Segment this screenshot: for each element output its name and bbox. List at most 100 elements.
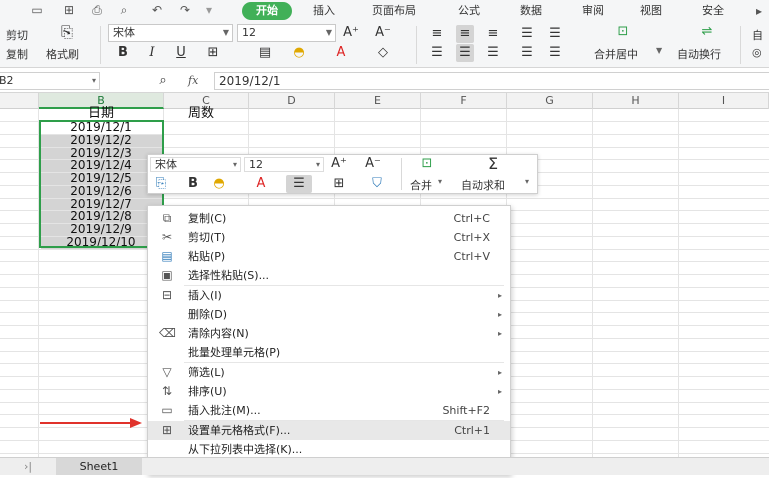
chevron-down-icon: ▾ bbox=[232, 160, 237, 169]
mini-align-center-icon[interactable]: ☰ bbox=[286, 175, 312, 193]
sheet-tab-bar: ›| Sheet1 bbox=[0, 457, 769, 475]
more-tabs-icon[interactable]: ▸ bbox=[752, 4, 766, 18]
chevron-down-icon[interactable]: ▾ bbox=[438, 177, 442, 186]
font-shrink-button[interactable]: A⁻ bbox=[374, 24, 392, 42]
context-menu-item[interactable]: ⇅ 排序(U) ▸ bbox=[148, 382, 510, 401]
align-right-icon[interactable]: ☰ bbox=[484, 44, 502, 62]
tab-review[interactable]: 审阅 bbox=[582, 3, 604, 18]
mini-font-shrink-button[interactable]: A⁻ bbox=[364, 155, 382, 173]
tab-formulas[interactable]: 公式 bbox=[458, 3, 480, 18]
truncated-ribbon-icon[interactable]: ◎ bbox=[752, 46, 762, 59]
context-menu-item[interactable]: ⌫ 清除内容(N) ▸ bbox=[148, 324, 510, 343]
underline-button[interactable]: U bbox=[172, 44, 190, 62]
font-name-select[interactable]: 宋体 ▼ bbox=[108, 24, 233, 42]
align-middle-icon[interactable]: ≡ bbox=[456, 25, 474, 43]
indent-icon[interactable]: ☰ bbox=[518, 25, 536, 43]
tab-start[interactable]: 开始 bbox=[242, 2, 292, 20]
font-grow-button[interactable]: A⁺ bbox=[342, 24, 360, 42]
context-menu-item[interactable]: 删除(D) ▸ bbox=[148, 305, 510, 324]
zoom-search-icon[interactable]: ⌕ bbox=[154, 72, 172, 90]
context-menu-label: 插入批注(M)... bbox=[188, 404, 261, 417]
undo-icon[interactable]: ↶ bbox=[150, 3, 164, 17]
column-header-g[interactable]: G bbox=[507, 93, 593, 109]
column-header-h[interactable]: H bbox=[593, 93, 679, 109]
auto-wrap-button[interactable]: 自动换行 bbox=[677, 46, 721, 62]
tab-page-layout[interactable]: 页面布局 bbox=[372, 3, 416, 18]
folder-icon[interactable]: ▭ bbox=[30, 3, 44, 17]
mini-auto-sum-button[interactable]: 自动求和 bbox=[461, 177, 505, 193]
sheet-tab-sheet1[interactable]: Sheet1 bbox=[56, 458, 142, 475]
cell-style-icon[interactable]: ▤ bbox=[256, 44, 274, 62]
grid-line bbox=[592, 109, 593, 457]
format-painter-button[interactable]: 格式刷 bbox=[46, 46, 79, 62]
context-menu-item[interactable]: ⊞ 设置单元格格式(F)... Ctrl+1 bbox=[148, 421, 510, 440]
cell-b1[interactable]: 日期 bbox=[40, 107, 162, 120]
copy-button[interactable]: 复制 bbox=[6, 46, 28, 62]
corner-cell[interactable] bbox=[0, 93, 39, 109]
sheet-nav-icon[interactable]: ›| bbox=[24, 460, 32, 473]
context-menu-item[interactable]: 批量处理单元格(P) bbox=[148, 343, 510, 362]
align-top-icon[interactable]: ≡ bbox=[428, 25, 446, 43]
copy-icon: ⧉ bbox=[162, 211, 172, 225]
context-menu-item[interactable]: ✂ 剪切(T) Ctrl+X bbox=[148, 228, 510, 247]
context-menu-item[interactable]: ⧉ 复制(C) Ctrl+C bbox=[148, 209, 510, 228]
mini-merge-button[interactable]: 合并 bbox=[410, 177, 432, 193]
name-box[interactable]: B2 ▾ bbox=[0, 72, 100, 90]
outdent-icon[interactable]: ☰ bbox=[546, 25, 564, 43]
clear-format-icon[interactable]: ◇ bbox=[374, 44, 392, 62]
mini-border-icon[interactable]: ⊞ bbox=[330, 175, 348, 193]
context-menu-label: 设置单元格格式(F)... bbox=[188, 424, 291, 437]
redo-icon[interactable]: ↷ bbox=[178, 3, 192, 17]
cell-c1[interactable]: 周数 bbox=[166, 107, 246, 120]
mini-fill-color-icon[interactable]: ◓ bbox=[210, 175, 228, 193]
chevron-down-icon[interactable]: ▾ bbox=[525, 177, 529, 186]
justify-icon[interactable]: ☰ bbox=[518, 44, 536, 62]
italic-button[interactable]: I bbox=[143, 44, 161, 62]
mini-font-size-select[interactable]: 12 ▾ bbox=[244, 157, 324, 172]
context-menu-item[interactable]: ▤ 粘贴(P) Ctrl+V bbox=[148, 247, 510, 266]
cut-button[interactable]: 剪切 bbox=[6, 27, 28, 43]
tab-security[interactable]: 安全 bbox=[702, 3, 724, 18]
mini-font-name-select[interactable]: 宋体 ▾ bbox=[150, 157, 241, 172]
font-color-icon[interactable]: A bbox=[332, 44, 350, 62]
column-header-e[interactable]: E bbox=[335, 93, 421, 109]
chevron-down-icon[interactable]: ▼ bbox=[656, 46, 662, 55]
mini-format-painter-icon[interactable]: ⎘ bbox=[152, 175, 170, 193]
mini-bold-button[interactable]: B bbox=[184, 175, 202, 193]
context-menu-item[interactable]: ▣ 选择性粘贴(S)... bbox=[148, 266, 510, 285]
truncated-ribbon-label[interactable]: 自 bbox=[752, 27, 763, 43]
submenu-arrow-icon: ▸ bbox=[497, 329, 502, 338]
font-size-select[interactable]: 12 ▼ bbox=[237, 24, 336, 42]
print-icon[interactable]: ⎙ bbox=[90, 3, 104, 17]
fill-color-icon[interactable]: ◓ bbox=[290, 44, 308, 62]
red-arrow-annotation bbox=[40, 418, 142, 428]
selection-range[interactable] bbox=[39, 120, 164, 248]
tab-view[interactable]: 视图 bbox=[640, 3, 662, 18]
mini-font-color-icon[interactable]: A bbox=[252, 175, 270, 193]
mini-font-grow-button[interactable]: A⁺ bbox=[330, 155, 348, 173]
bold-button[interactable]: B bbox=[114, 44, 132, 62]
align-left-icon[interactable]: ☰ bbox=[428, 44, 446, 62]
column-header-f[interactable]: F bbox=[421, 93, 507, 109]
context-menu-item[interactable]: ⊟ 插入(I) ▸ bbox=[148, 286, 510, 305]
mini-font-size-value: 12 bbox=[249, 158, 263, 171]
context-menu-item[interactable]: ▽ 筛选(L) ▸ bbox=[148, 363, 510, 382]
formula-input[interactable]: 2019/12/1 bbox=[214, 72, 769, 90]
context-menu-item[interactable]: ▭ 插入批注(M)... Shift+F2 bbox=[148, 401, 510, 420]
align-bottom-icon[interactable]: ≡ bbox=[484, 25, 502, 43]
customize-dropdown-icon[interactable]: ▾ bbox=[202, 3, 216, 17]
insert-function-button[interactable]: fx bbox=[188, 74, 198, 87]
border-icon[interactable]: ⊞ bbox=[204, 44, 222, 62]
tab-data[interactable]: 数据 bbox=[520, 3, 542, 18]
column-header-d[interactable]: D bbox=[249, 93, 335, 109]
merge-center-button[interactable]: 合并居中 bbox=[594, 46, 638, 62]
context-menu-label: 批量处理单元格(P) bbox=[188, 346, 281, 359]
tab-insert[interactable]: 插入 bbox=[313, 3, 335, 18]
mini-fill-icon[interactable]: ⛉ bbox=[368, 175, 386, 193]
print-preview-icon[interactable]: ⌕ bbox=[117, 3, 131, 17]
distributed-icon[interactable]: ☰ bbox=[546, 44, 564, 62]
align-center-icon[interactable]: ☰ bbox=[456, 44, 474, 62]
column-header-i[interactable]: I bbox=[679, 93, 769, 109]
paste-icon: ▤ bbox=[161, 249, 173, 263]
save-icon[interactable]: ⊞ bbox=[62, 3, 76, 17]
